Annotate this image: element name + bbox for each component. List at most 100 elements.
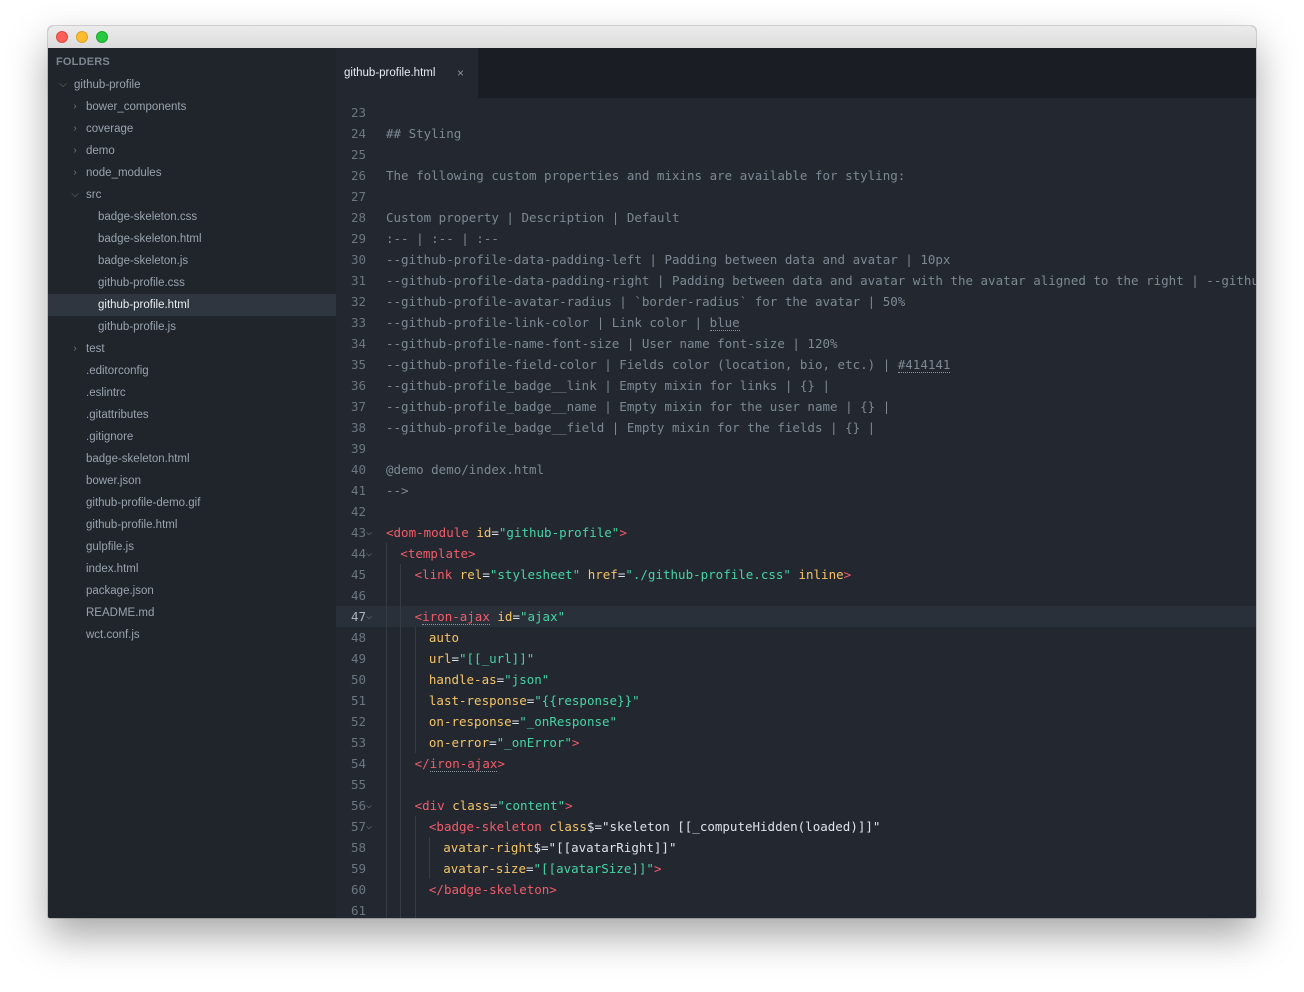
code-line[interactable]: 57 ⌵ <badge-skeleton class$="skeleton [[_c… — [336, 816, 1256, 837]
file-item[interactable]: badge-skeleton.html — [48, 228, 336, 250]
folder-item[interactable]: › demo — [48, 140, 336, 162]
file-item[interactable]: badge-skeleton.html — [48, 448, 336, 470]
zoom-window-button[interactable] — [96, 31, 108, 43]
indent-guide — [386, 690, 387, 711]
code-line[interactable]: 54 </iron-ajax> — [336, 753, 1256, 774]
chevron-right-icon[interactable]: › — [70, 96, 80, 118]
chevron-right-icon[interactable]: › — [70, 140, 80, 162]
fold-chevron-icon[interactable]: ⌵ — [366, 522, 376, 543]
fold-chevron-icon[interactable]: ⌵ — [366, 606, 376, 627]
close-icon[interactable]: × — [457, 66, 464, 80]
chevron-right-icon[interactable]: › — [70, 118, 80, 140]
code-line[interactable]: 50 handle-as="json" — [336, 669, 1256, 690]
file-item[interactable]: bower.json — [48, 470, 336, 492]
code-line[interactable]: 53 on-error="_onError"> — [336, 732, 1256, 753]
file-item[interactable]: .gitignore — [48, 426, 336, 448]
code-line[interactable]: 33 --github-profile-link-color | Link col… — [336, 312, 1256, 333]
code-line[interactable]: 46 — [336, 585, 1256, 606]
folder-item[interactable]: ⌵ github-profile — [48, 74, 336, 96]
code-line[interactable]: 51 last-response="{{response}}" — [336, 690, 1256, 711]
file-item[interactable]: gulpfile.js — [48, 536, 336, 558]
code-line[interactable]: 44 ⌵ <template> — [336, 543, 1256, 564]
file-item[interactable]: badge-skeleton.js — [48, 250, 336, 272]
fold-chevron-icon[interactable]: ⌵ — [366, 795, 376, 816]
code-line[interactable]: 23 — [336, 102, 1256, 123]
file-item[interactable]: github-profile.css — [48, 272, 336, 294]
chevron-down-icon[interactable]: ⌵ — [70, 184, 80, 206]
chevron-down-icon[interactable]: ⌵ — [58, 74, 68, 96]
line-number: 58 — [350, 840, 366, 855]
code-line[interactable]: 32 --github-profile-avatar-radius | `bord… — [336, 291, 1256, 312]
code-token: = — [451, 651, 459, 666]
tree-item-label: README.md — [86, 607, 155, 619]
code-line[interactable]: 43 ⌵ <dom-module id="github-profile"> — [336, 522, 1256, 543]
code-line[interactable]: 27 — [336, 186, 1256, 207]
code-line[interactable]: 55 — [336, 774, 1256, 795]
tree-item-label: .eslintrc — [86, 387, 126, 399]
code-line[interactable]: 24 ## Styling — [336, 123, 1256, 144]
code-line[interactable]: 29:-- | :-- | :-- — [336, 228, 1256, 249]
code-token: --github-profile-data-padding-right | Pa… — [386, 273, 1256, 288]
code-line[interactable]: 25 — [336, 144, 1256, 165]
indent-guide — [428, 858, 430, 879]
folder-item[interactable]: › test — [48, 338, 336, 360]
chevron-right-icon[interactable]: › — [70, 162, 80, 184]
code-line[interactable]: 40 @demo demo/index.html — [336, 459, 1256, 480]
fold-chevron-icon[interactable]: ⌵ — [366, 543, 376, 564]
code-line[interactable]: 58 avatar-right$="[[avatarRight]]" — [336, 837, 1256, 858]
file-item[interactable]: wct.conf.js — [48, 624, 336, 646]
code-token: > — [653, 861, 662, 876]
file-item[interactable]: .eslintrc — [48, 382, 336, 404]
code-line[interactable]: 35 --github-profile-field-color | Fields … — [336, 354, 1256, 375]
file-item[interactable]: index.html — [48, 558, 336, 580]
code-token: Custom property | Description | Default — [386, 210, 680, 225]
code-text: --github-profile_badge__link | Empty mix… — [386, 375, 830, 396]
file-item[interactable]: README.md — [48, 602, 336, 624]
tab-github-profile-html[interactable]: github-profile.html × — [336, 48, 478, 98]
minimize-window-button[interactable] — [76, 31, 88, 43]
folder-item[interactable]: › node_modules — [48, 162, 336, 184]
code-line[interactable]: 61 — [336, 900, 1256, 918]
code-line[interactable]: 28 Custom property | Description | Defaul… — [336, 207, 1256, 228]
indent-guide — [386, 774, 387, 795]
code-line[interactable]: 39 — [336, 438, 1256, 459]
code-line[interactable]: 37 --github-profile_badge__name | Empty m… — [336, 396, 1256, 417]
file-item[interactable]: github-profile-demo.gif — [48, 492, 336, 514]
code-line[interactable]: 36 --github-profile_badge__link | Empty m… — [336, 375, 1256, 396]
file-item[interactable]: github-profile.html — [48, 294, 336, 316]
folder-item[interactable]: ⌵ src — [48, 184, 336, 206]
file-item[interactable]: badge-skeleton.css — [48, 206, 336, 228]
code-line[interactable]: 60 </badge-skeleton> — [336, 879, 1256, 900]
indent-guide — [414, 669, 416, 690]
file-item[interactable]: package.json — [48, 580, 336, 602]
code-line[interactable]: 52 on-response="_onResponse" — [336, 711, 1256, 732]
file-item[interactable]: .gitattributes — [48, 404, 336, 426]
chevron-right-icon[interactable]: › — [70, 338, 80, 360]
file-item[interactable]: github-profile.js — [48, 316, 336, 338]
code-line[interactable]: 30 --github-profile-data-padding-left | P… — [336, 249, 1256, 270]
code-line[interactable]: 47 ⌵ <iron-ajax id="ajax" — [336, 606, 1256, 627]
line-number: 34 — [350, 336, 366, 351]
code-line[interactable]: 41 --> — [336, 480, 1256, 501]
close-window-button[interactable] — [56, 31, 68, 43]
file-item[interactable]: github-profile.html — [48, 514, 336, 536]
code-line[interactable]: 34 --github-profile-name-font-size | User… — [336, 333, 1256, 354]
code-editor[interactable]: 23 24 ## Styling 25 26 The following custom p… — [336, 98, 1256, 918]
code-line[interactable]: 45 <link rel="stylesheet" href="./github-… — [336, 564, 1256, 585]
code-line[interactable]: 48 auto — [336, 627, 1256, 648]
code-line[interactable]: 38 --github-profile_badge__field | Empty … — [336, 417, 1256, 438]
code-text: --github-profile_badge__field | Empty mi… — [386, 417, 875, 438]
code-line[interactable]: 59 avatar-size="[[avatarSize]]"> — [336, 858, 1256, 879]
folder-item[interactable]: › coverage — [48, 118, 336, 140]
title-bar — [48, 26, 1256, 49]
code-line[interactable]: 31 --github-profile-data-padding-right | … — [336, 270, 1256, 291]
code-line[interactable]: 26 The following custom properties and mi… — [336, 165, 1256, 186]
code-token: --github-profile-field-color | Fields co… — [386, 357, 898, 372]
code-line[interactable]: 49 url="[[_url]]" — [336, 648, 1256, 669]
code-line[interactable]: 56 ⌵ <div class="content"> — [336, 795, 1256, 816]
file-item[interactable]: .editorconfig — [48, 360, 336, 382]
folder-item[interactable]: › bower_components — [48, 96, 336, 118]
fold-chevron-icon[interactable]: ⌵ — [366, 816, 376, 837]
indent-guide — [386, 879, 387, 900]
code-line[interactable]: 42 — [336, 501, 1256, 522]
